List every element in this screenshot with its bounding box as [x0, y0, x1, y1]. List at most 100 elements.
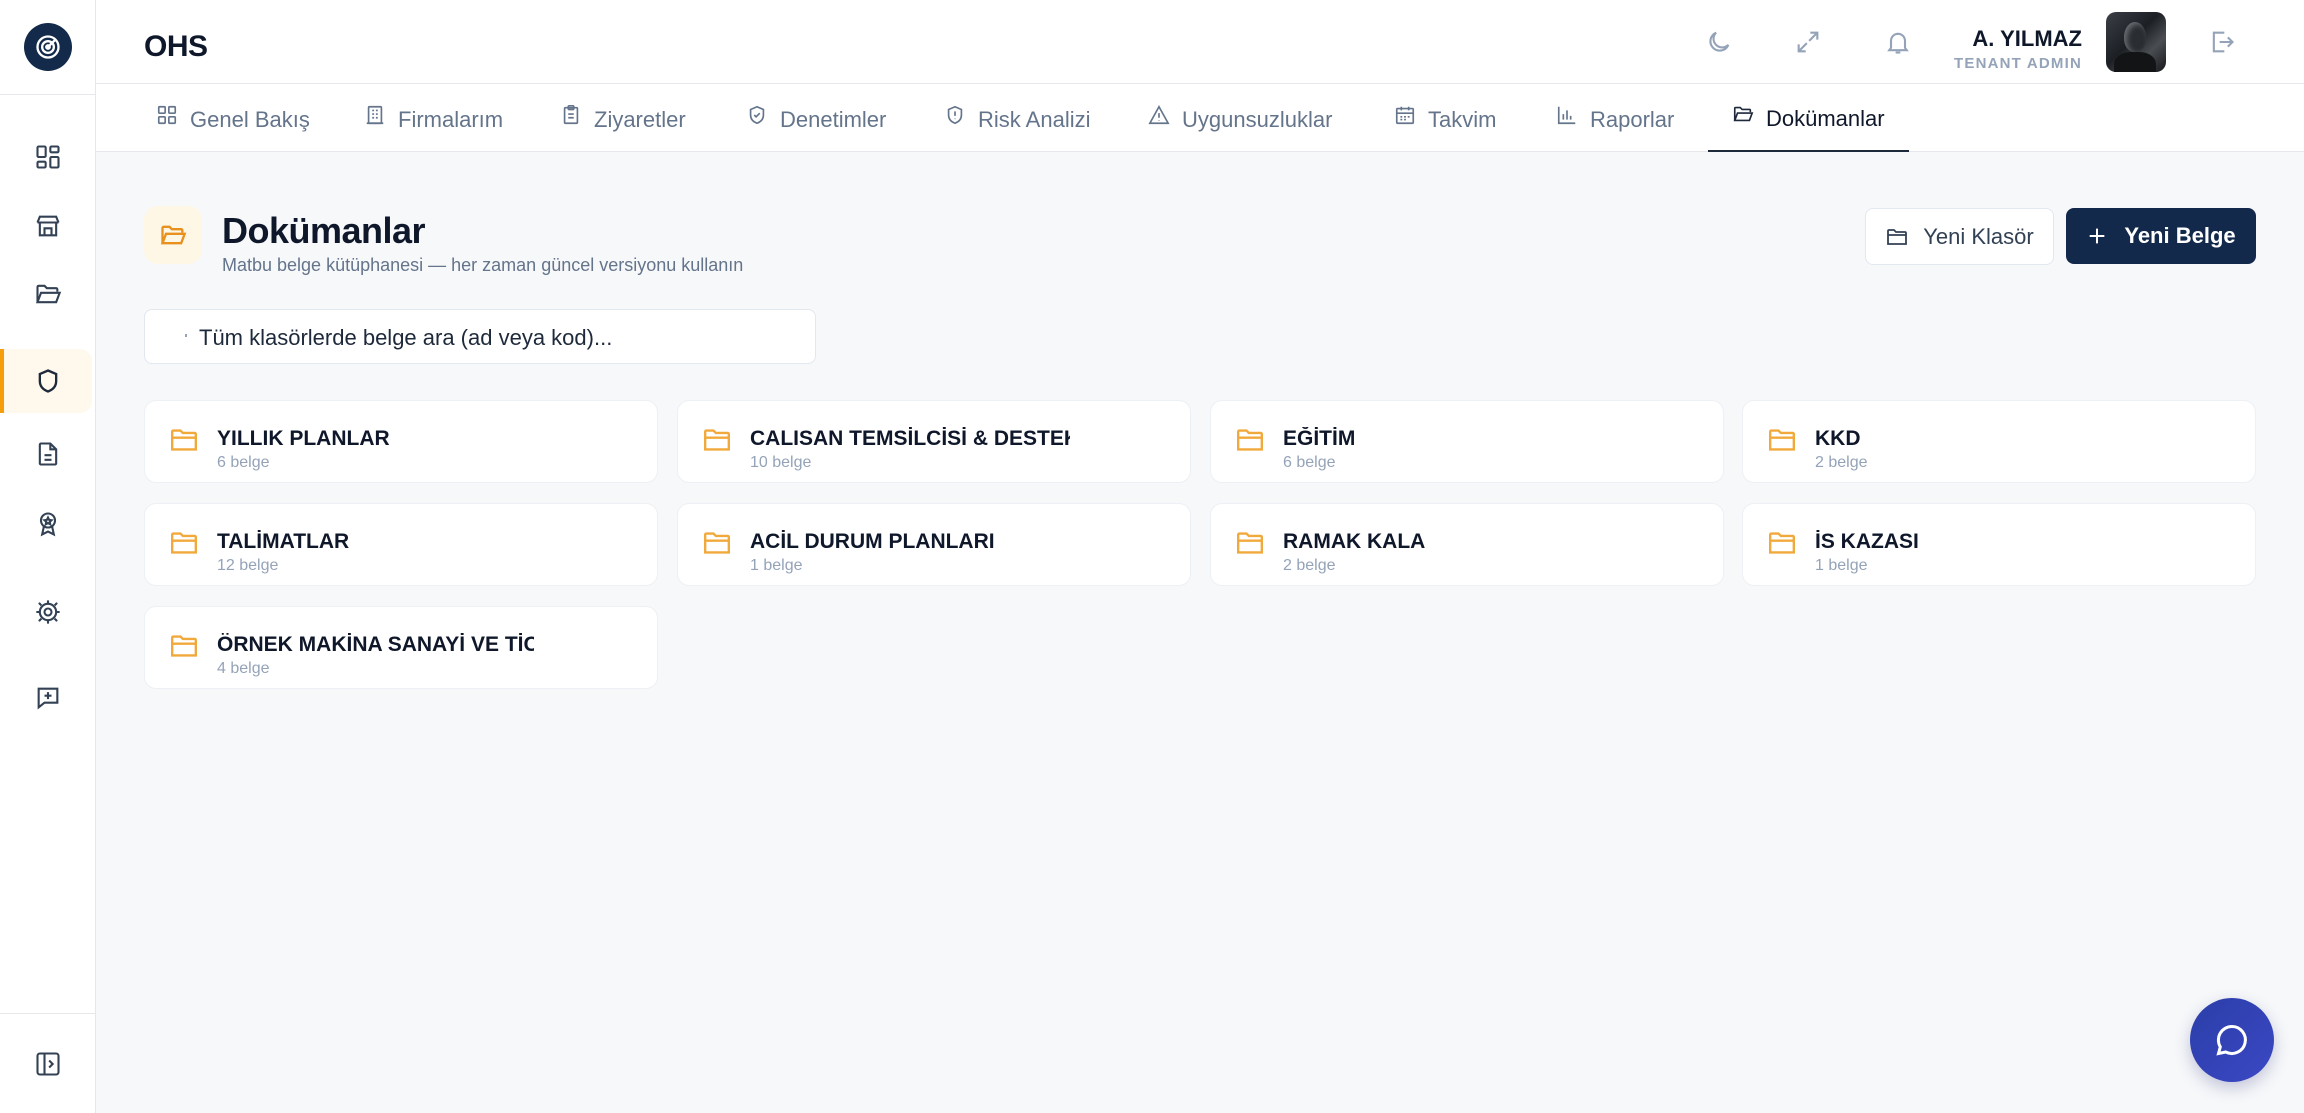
- shield-alert-icon: [947, 105, 963, 125]
- new-document-label: Yeni Belge: [2124, 223, 2236, 248]
- page-subtitle: Matbu belge kütüphanesi — her zaman günc…: [222, 255, 744, 275]
- app-logo-icon[interactable]: [23, 23, 72, 71]
- folder-card[interactable]: TALİMATLAR 12 belge: [144, 503, 658, 586]
- bar-chart-icon: [1557, 106, 1576, 125]
- folder-name: YILLIK PLANLAR: [217, 427, 390, 450]
- folder-name: RAMAK KALA: [1283, 530, 1426, 553]
- page-title: Dokümanlar: [222, 210, 426, 251]
- fullscreen-icon[interactable]: [1790, 24, 1826, 60]
- top-bar: OHS A. YILMAZ TENANT ADMIN: [96, 0, 2304, 84]
- tab-label: Ziyaretler: [594, 107, 686, 132]
- folder-card[interactable]: ÖRNEK MAKİNA SANAYİ VE TİC 4 belge: [144, 606, 658, 689]
- building-icon: [366, 105, 384, 125]
- chat-bubble-icon: [2216, 1024, 2247, 1056]
- folder-count: 2 belge: [1283, 557, 1336, 574]
- folder-name: TALİMATLAR: [217, 530, 350, 553]
- folder-count: 6 belge: [217, 454, 270, 471]
- sidebar-expand-icon[interactable]: [34, 1050, 62, 1078]
- tab-denetimler[interactable]: Denetimler: [746, 84, 886, 152]
- new-folder-button[interactable]: Yeni Klasör: [1865, 208, 2054, 265]
- tab-label: Uygunsuzluklar: [1182, 107, 1333, 132]
- folder-count: 6 belge: [1283, 454, 1336, 471]
- folder-name: CALISAN TEMSİLCİSİ & DESTEK: [750, 427, 1070, 450]
- tab-ziyaretler[interactable]: Ziyaretler: [560, 84, 686, 152]
- folder-count: 1 belge: [750, 557, 803, 574]
- folder-count: 10 belge: [750, 454, 812, 471]
- sidebar-folder-icon[interactable]: [0, 262, 96, 326]
- warning-icon: [1148, 105, 1170, 125]
- tab-label: Takvim: [1428, 107, 1497, 132]
- tab-firmalarim[interactable]: Firmalarım: [364, 84, 503, 152]
- logo-area: [0, 0, 95, 95]
- clipboard-icon: [563, 105, 579, 125]
- sidebar: [0, 0, 96, 1113]
- tab-label: Raporlar: [1590, 107, 1675, 132]
- tab-genel-bakis[interactable]: Genel Bakış: [156, 84, 310, 152]
- tab-label: Risk Analizi: [978, 107, 1091, 132]
- main-tabs: Genel Bakış Firmalarım Ziyaretler Deneti…: [96, 84, 2304, 152]
- dashboard-icon: [157, 105, 177, 125]
- folder-name: KKD: [1815, 427, 1861, 450]
- folder-name: EĞİTİM: [1283, 427, 1356, 450]
- shield-check-icon: [749, 105, 765, 125]
- folder-icon: [1237, 532, 1263, 554]
- folder-open-icon: [1733, 106, 1754, 122]
- user-role: TENANT ADMIN: [1954, 55, 2082, 72]
- tab-label: Denetimler: [780, 107, 887, 132]
- tab-dokumanlar[interactable]: Dokümanlar: [1708, 84, 1909, 152]
- user-name[interactable]: A. YILMAZ: [1972, 26, 2082, 52]
- tab-uygunsuzluklar[interactable]: Uygunsuzluklar: [1148, 84, 1332, 152]
- dark-mode-icon[interactable]: [1701, 24, 1737, 60]
- folder-count: 2 belge: [1815, 454, 1868, 471]
- folder-card[interactable]: YILLIK PLANLAR 6 belge: [144, 400, 658, 483]
- sidebar-settings-icon[interactable]: [0, 580, 96, 644]
- sidebar-shield-icon[interactable]: [0, 349, 92, 413]
- folder-card[interactable]: İS KAZASI 1 belge: [1742, 503, 2256, 586]
- folder-icon: [704, 429, 730, 451]
- sidebar-award-icon[interactable]: [0, 492, 96, 556]
- folder-name: ACİL DURUM PLANLARI: [750, 530, 995, 553]
- search-box: [144, 309, 816, 364]
- folder-name: ÖRNEK MAKİNA SANAYİ VE TİC: [217, 633, 534, 656]
- search-input[interactable]: [199, 322, 799, 354]
- tab-label: Dokümanlar: [1766, 106, 1885, 131]
- tab-risk-analizi[interactable]: Risk Analizi: [944, 84, 1090, 152]
- plus-icon: [2090, 228, 2105, 244]
- new-folder-label: Yeni Klasör: [1923, 223, 2034, 249]
- tab-label: Firmalarım: [398, 107, 504, 132]
- tab-label: Genel Bakış: [190, 107, 310, 132]
- folder-icon: [1887, 228, 1908, 245]
- page-folder-icon: [144, 206, 202, 264]
- folder-icon: [1769, 429, 1795, 451]
- tab-takvim[interactable]: Takvim: [1394, 84, 1496, 152]
- folder-icon: [171, 429, 197, 451]
- folder-count: 12 belge: [217, 557, 279, 574]
- search-icon: [185, 334, 187, 337]
- tab-raporlar[interactable]: Raporlar: [1556, 84, 1674, 152]
- folder-card[interactable]: EĞİTİM 6 belge: [1210, 400, 1724, 483]
- folder-card[interactable]: KKD 2 belge: [1742, 400, 2256, 483]
- folder-icon: [171, 532, 197, 554]
- folder-icon: [1237, 429, 1263, 451]
- folder-icon: [704, 532, 730, 554]
- sidebar-feedback-icon[interactable]: [0, 666, 96, 730]
- folder-card[interactable]: RAMAK KALA 2 belge: [1210, 503, 1724, 586]
- sidebar-document-icon[interactable]: [0, 422, 96, 486]
- chat-button[interactable]: [2190, 998, 2274, 1082]
- notification-bell-icon[interactable]: [1880, 24, 1916, 60]
- avatar[interactable]: [2106, 12, 2166, 72]
- folder-icon: [1769, 532, 1795, 554]
- new-document-button[interactable]: Yeni Belge: [2066, 208, 2256, 264]
- sidebar-store-icon[interactable]: [0, 194, 96, 258]
- folder-card[interactable]: CALISAN TEMSİLCİSİ & DESTEK 10 belge: [677, 400, 1191, 483]
- logout-icon[interactable]: [2204, 24, 2240, 60]
- folder-icon: [171, 635, 197, 657]
- calendar-icon: [1395, 106, 1415, 125]
- folder-count: 4 belge: [217, 660, 270, 677]
- folder-card[interactable]: ACİL DURUM PLANLARI 1 belge: [677, 503, 1191, 586]
- folder-count: 1 belge: [1815, 557, 1868, 574]
- folder-name: İS KAZASI: [1815, 530, 1919, 553]
- sidebar-toggle-area: [0, 1013, 96, 1113]
- app-title: OHS: [144, 30, 208, 63]
- sidebar-dashboard-icon[interactable]: [0, 125, 96, 189]
